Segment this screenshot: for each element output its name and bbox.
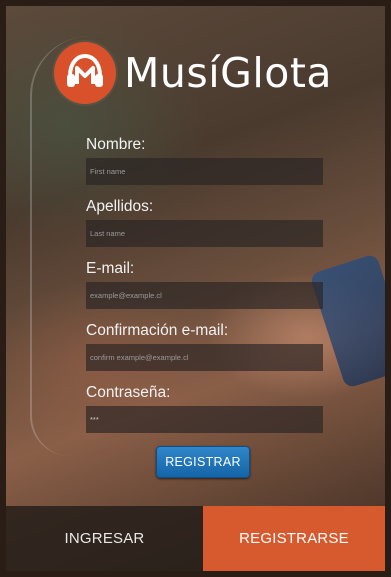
confirm-email-label: Confirmación e-mail:: [86, 322, 229, 339]
first-name-input[interactable]: [86, 158, 323, 185]
app-logo: MusíGlota: [54, 38, 332, 108]
tab-registrarse[interactable]: REGISTRARSE: [203, 506, 385, 571]
tab-ingresar[interactable]: INGRESAR: [6, 506, 203, 571]
email-input[interactable]: [86, 282, 323, 309]
app-screen: MusíGlota Nombre: Apellidos: E-mail: Con…: [6, 6, 385, 571]
register-submit-button[interactable]: REGISTRAR: [156, 446, 250, 478]
registration-form: Nombre: Apellidos: E-mail: Confirmación …: [86, 136, 323, 446]
bottom-nav: INGRESAR REGISTRARSE: [6, 506, 385, 571]
password-label: Contraseña:: [86, 384, 171, 401]
last-name-input[interactable]: [86, 220, 323, 247]
first-name-label: Nombre:: [86, 136, 146, 153]
password-input[interactable]: [86, 406, 323, 433]
app-name: MusíGlota: [124, 49, 333, 97]
confirm-email-input[interactable]: [86, 344, 323, 371]
last-name-label: Apellidos:: [86, 198, 154, 215]
music-note-headphones-icon: [54, 42, 116, 104]
email-label: E-mail:: [86, 260, 135, 277]
